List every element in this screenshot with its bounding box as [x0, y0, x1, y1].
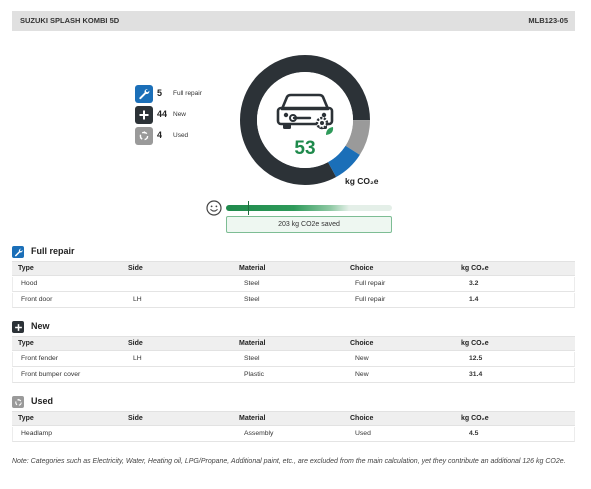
table-row: Front fender LH Steel New 12.5 [12, 352, 575, 367]
column-type: Type [18, 340, 34, 347]
legend-label: Full repair [173, 90, 202, 97]
cell-side: LH [133, 355, 142, 362]
column-material: Material [239, 265, 266, 272]
column-type: Type [18, 265, 34, 272]
cell-side: LH [133, 296, 142, 303]
legend-label: New [173, 111, 187, 118]
column-choice: Choice [350, 340, 374, 347]
cell-material: Steel [244, 355, 260, 362]
co2-donut-chart: 53 [240, 55, 370, 185]
cell-choice: Full repair [355, 280, 386, 287]
savings-marker [247, 201, 249, 215]
column-side: Side [128, 340, 143, 347]
footnote: Note: Categories such as Electricity, Wa… [12, 458, 566, 465]
savings-label: 203 kg CO2e saved [278, 221, 340, 228]
section-title: Used [31, 396, 54, 406]
savings-summary: 203 kg CO2e saved [226, 216, 392, 233]
column-material: Material [239, 415, 266, 422]
smiley-icon [206, 200, 222, 216]
cell-choice: New [355, 355, 369, 362]
cell-kg: 31.4 [469, 371, 483, 378]
cell-choice: New [355, 371, 369, 378]
legend-item-full-repair: 5 Full repair [135, 85, 245, 103]
legend-count: 5 [157, 88, 163, 98]
co2-unit-label: kg CO₂e [345, 176, 379, 186]
table-row: Headlamp Assembly Used 4.5 [12, 427, 575, 442]
cell-type: Hood [21, 280, 38, 287]
wrench-icon [12, 246, 24, 258]
recycle-icon [135, 127, 153, 145]
cell-kg: 4.5 [469, 430, 479, 437]
vehicle-title: SUZUKI SPLASH KOMBI 5D [20, 16, 120, 25]
table-header: Type Side Material Choice kg CO₂e [12, 411, 575, 426]
column-kg-co2e: kg CO₂e [461, 415, 489, 422]
cell-choice: Full repair [355, 296, 386, 303]
savings-progress-bar [226, 205, 392, 211]
cell-choice: Used [355, 430, 371, 437]
section-heading: New [12, 321, 212, 335]
report-header: SUZUKI SPLASH KOMBI 5D MLB123-05 [12, 11, 575, 31]
table-row: Hood Steel Full repair 3.2 [12, 277, 575, 292]
cell-type: Front fender [21, 355, 59, 362]
column-side: Side [128, 265, 143, 272]
cell-material: Plastic [244, 371, 265, 378]
savings-progress-fill [226, 205, 349, 211]
column-side: Side [128, 415, 143, 422]
cell-kg: 3.2 [469, 280, 479, 287]
cell-material: Steel [244, 296, 260, 303]
legend-count: 44 [157, 109, 168, 119]
cell-material: Assembly [244, 430, 274, 437]
donut-svg: 53 [240, 55, 370, 185]
cell-type: Front door [21, 296, 53, 303]
column-choice: Choice [350, 265, 374, 272]
cell-type: Front bumper cover [21, 371, 81, 378]
legend-item-new: 44 New [135, 106, 245, 124]
recycle-icon [12, 396, 24, 408]
column-type: Type [18, 415, 34, 422]
table-row: Front bumper cover Plastic New 31.4 [12, 368, 575, 383]
cell-kg: 1.4 [469, 296, 479, 303]
legend-label: Used [173, 132, 189, 139]
plus-icon [12, 321, 24, 333]
section-title: New [31, 321, 50, 331]
column-kg-co2e: kg CO₂e [461, 340, 489, 347]
legend-item-used: 4 Used [135, 127, 245, 145]
section-heading: Used [12, 396, 212, 410]
column-kg-co2e: kg CO₂e [461, 265, 489, 272]
cell-kg: 12.5 [469, 355, 483, 362]
legend-count: 4 [157, 130, 163, 140]
table-header: Type Side Material Choice kg CO₂e [12, 261, 575, 276]
plus-icon [135, 106, 153, 124]
co2-total-value: 53 [294, 138, 315, 159]
table-header: Type Side Material Choice kg CO₂e [12, 336, 575, 351]
report-code: MLB123-05 [528, 16, 568, 25]
column-choice: Choice [350, 415, 374, 422]
section-title: Full repair [31, 246, 75, 256]
wrench-icon [135, 85, 153, 103]
column-material: Material [239, 340, 266, 347]
table-row: Front door LH Steel Full repair 1.4 [12, 293, 575, 308]
cell-material: Steel [244, 280, 260, 287]
cell-type: Headlamp [21, 430, 52, 437]
section-heading: Full repair [12, 246, 212, 260]
